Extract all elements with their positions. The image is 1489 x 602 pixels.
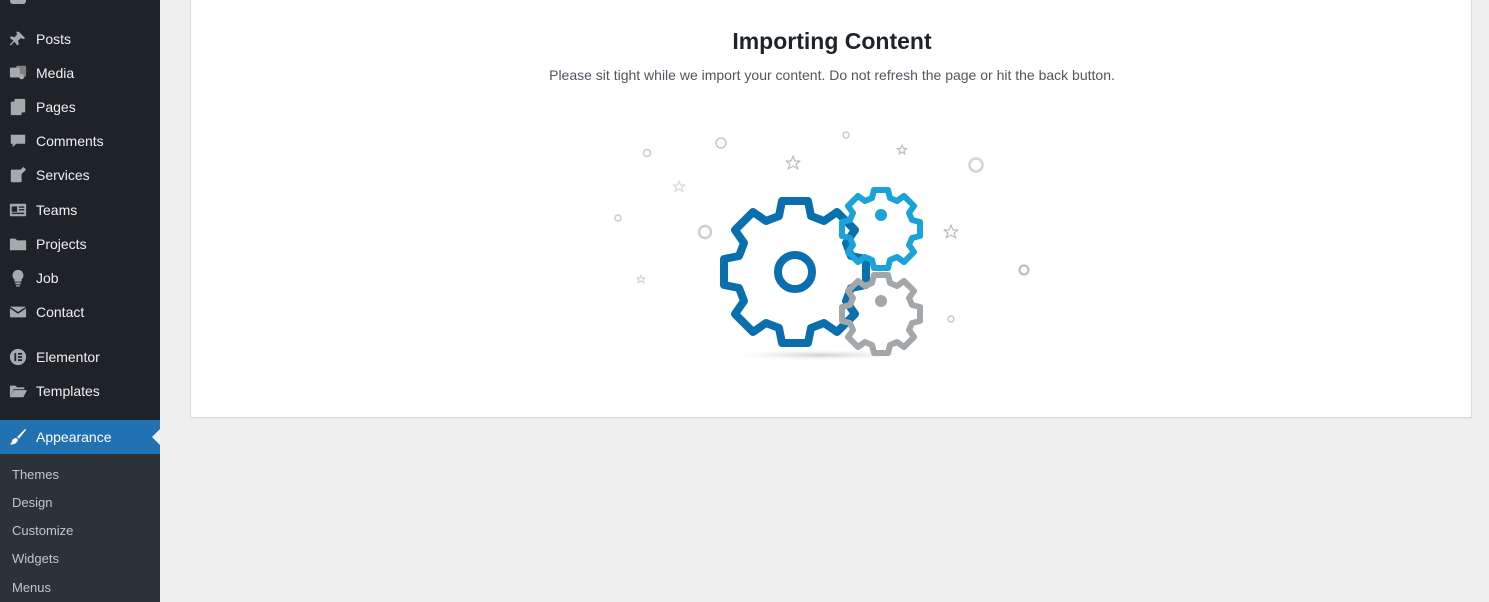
media-icon: [8, 63, 28, 83]
page-title: Importing Content: [732, 28, 932, 54]
sidebar-item-media[interactable]: Media: [0, 56, 160, 90]
sidebar-item-templates[interactable]: Templates: [0, 374, 160, 408]
id-card-icon: [8, 200, 28, 220]
sidebar-item-job[interactable]: Job: [0, 261, 160, 295]
sidebar-item-label: Comments: [36, 133, 104, 149]
email-icon: [8, 302, 28, 322]
sidebar-item-appearance[interactable]: Appearance: [0, 420, 160, 454]
folder-icon: [8, 234, 28, 254]
appearance-submenu: Themes Design Customize Widgets Menus: [0, 454, 160, 602]
sidebar-item-pages[interactable]: Pages: [0, 90, 160, 124]
sidebar-item-label: Pages: [36, 99, 76, 115]
edit-page-icon: [8, 165, 28, 185]
sidebar-item-label: Services: [36, 167, 90, 183]
admin-sidebar: Posts Media Pages Comments Services Team…: [0, 0, 160, 602]
gears-illustration: [614, 131, 1030, 361]
submenu-item-themes[interactable]: Themes: [12, 467, 59, 482]
sidebar-item-label: Contact: [36, 304, 85, 320]
sidebar-item-elementor[interactable]: Elementor: [0, 340, 160, 374]
comment-icon: [8, 131, 28, 151]
dashboard-icon[interactable]: [10, 0, 26, 4]
sidebar-item-posts[interactable]: Posts: [0, 22, 160, 56]
sidebar-item-label: Appearance: [36, 429, 112, 445]
sidebar-item-label: Projects: [36, 236, 87, 252]
folder-open-icon: [8, 381, 28, 401]
submenu-item-widgets[interactable]: Widgets: [12, 551, 59, 566]
submenu-item-customize[interactable]: Customize: [12, 523, 73, 538]
sidebar-item-contact[interactable]: Contact: [0, 295, 160, 329]
sidebar-item-comments[interactable]: Comments: [0, 124, 160, 158]
sidebar-item-label: Job: [36, 270, 59, 286]
sidebar-item-label: Teams: [36, 202, 78, 218]
sidebar-item-projects[interactable]: Projects: [0, 227, 160, 261]
sidebar-item-label: Templates: [36, 383, 100, 399]
import-message: Please sit tight while we import your co…: [549, 67, 1115, 83]
import-card: Importing Content Please sit tight while…: [190, 0, 1472, 418]
sidebar-item-teams[interactable]: Teams: [0, 193, 160, 227]
submenu-item-menus[interactable]: Menus: [12, 580, 51, 595]
active-indicator: [152, 429, 160, 445]
pages-icon: [8, 97, 28, 117]
pin-icon: [8, 29, 28, 49]
sidebar-item-label: Media: [36, 65, 75, 81]
sidebar-item-label: Elementor: [36, 349, 100, 365]
sidebar-item-label: Posts: [36, 31, 72, 47]
decorative-circles: [614, 131, 1030, 323]
lightbulb-icon: [8, 268, 28, 288]
brush-icon: [8, 427, 28, 447]
elementor-icon: [8, 347, 28, 367]
submenu-item-design[interactable]: Design: [12, 495, 52, 510]
sidebar-item-services[interactable]: Services: [0, 158, 160, 192]
